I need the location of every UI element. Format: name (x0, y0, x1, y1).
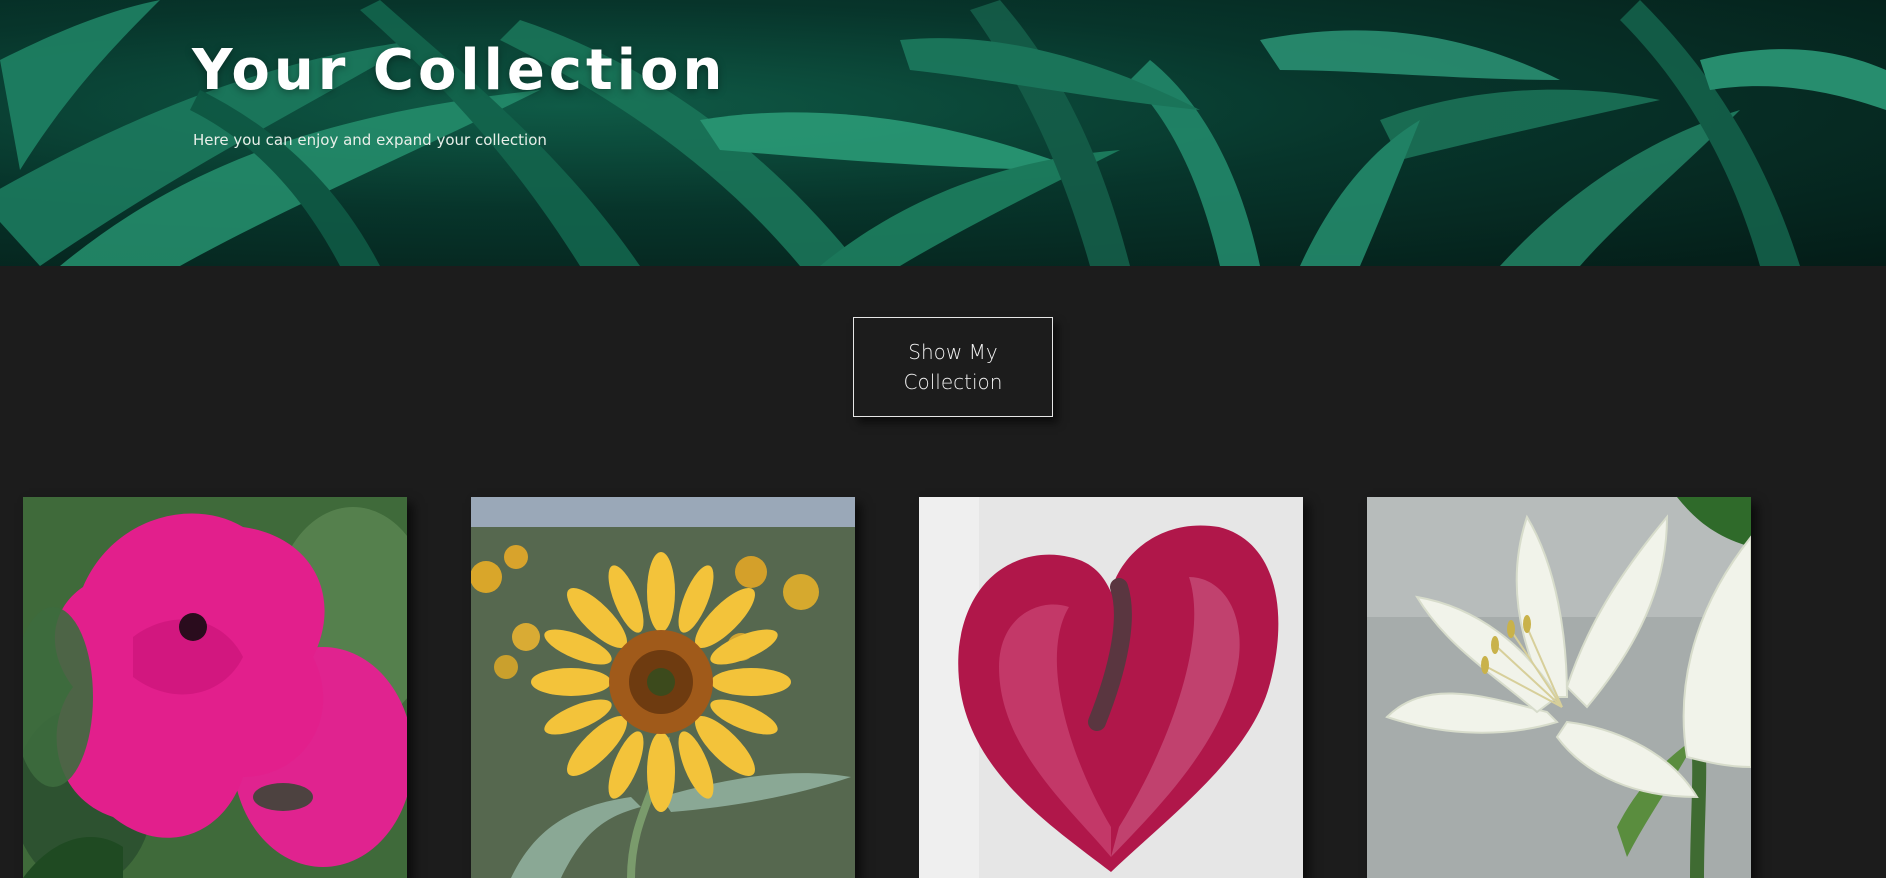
gallery-card-red-anthurium[interactable] (919, 497, 1303, 878)
sunflower-image (471, 497, 855, 878)
gallery-card-white-lily[interactable] (1367, 497, 1751, 878)
show-my-collection-button[interactable]: Show My Collection (853, 317, 1053, 417)
pink-petunia-image (23, 497, 407, 878)
page-subtitle: Here you can enjoy and expand your colle… (193, 131, 547, 149)
gallery-card-sunflower[interactable] (471, 497, 855, 878)
page-title: Your Collection (192, 38, 727, 103)
red-anthurium-image (919, 497, 1303, 878)
white-lily-image (1367, 497, 1751, 878)
gallery-card-pink-petunia[interactable] (23, 497, 407, 878)
hero-banner: Your Collection Here you can enjoy and e… (0, 0, 1886, 266)
